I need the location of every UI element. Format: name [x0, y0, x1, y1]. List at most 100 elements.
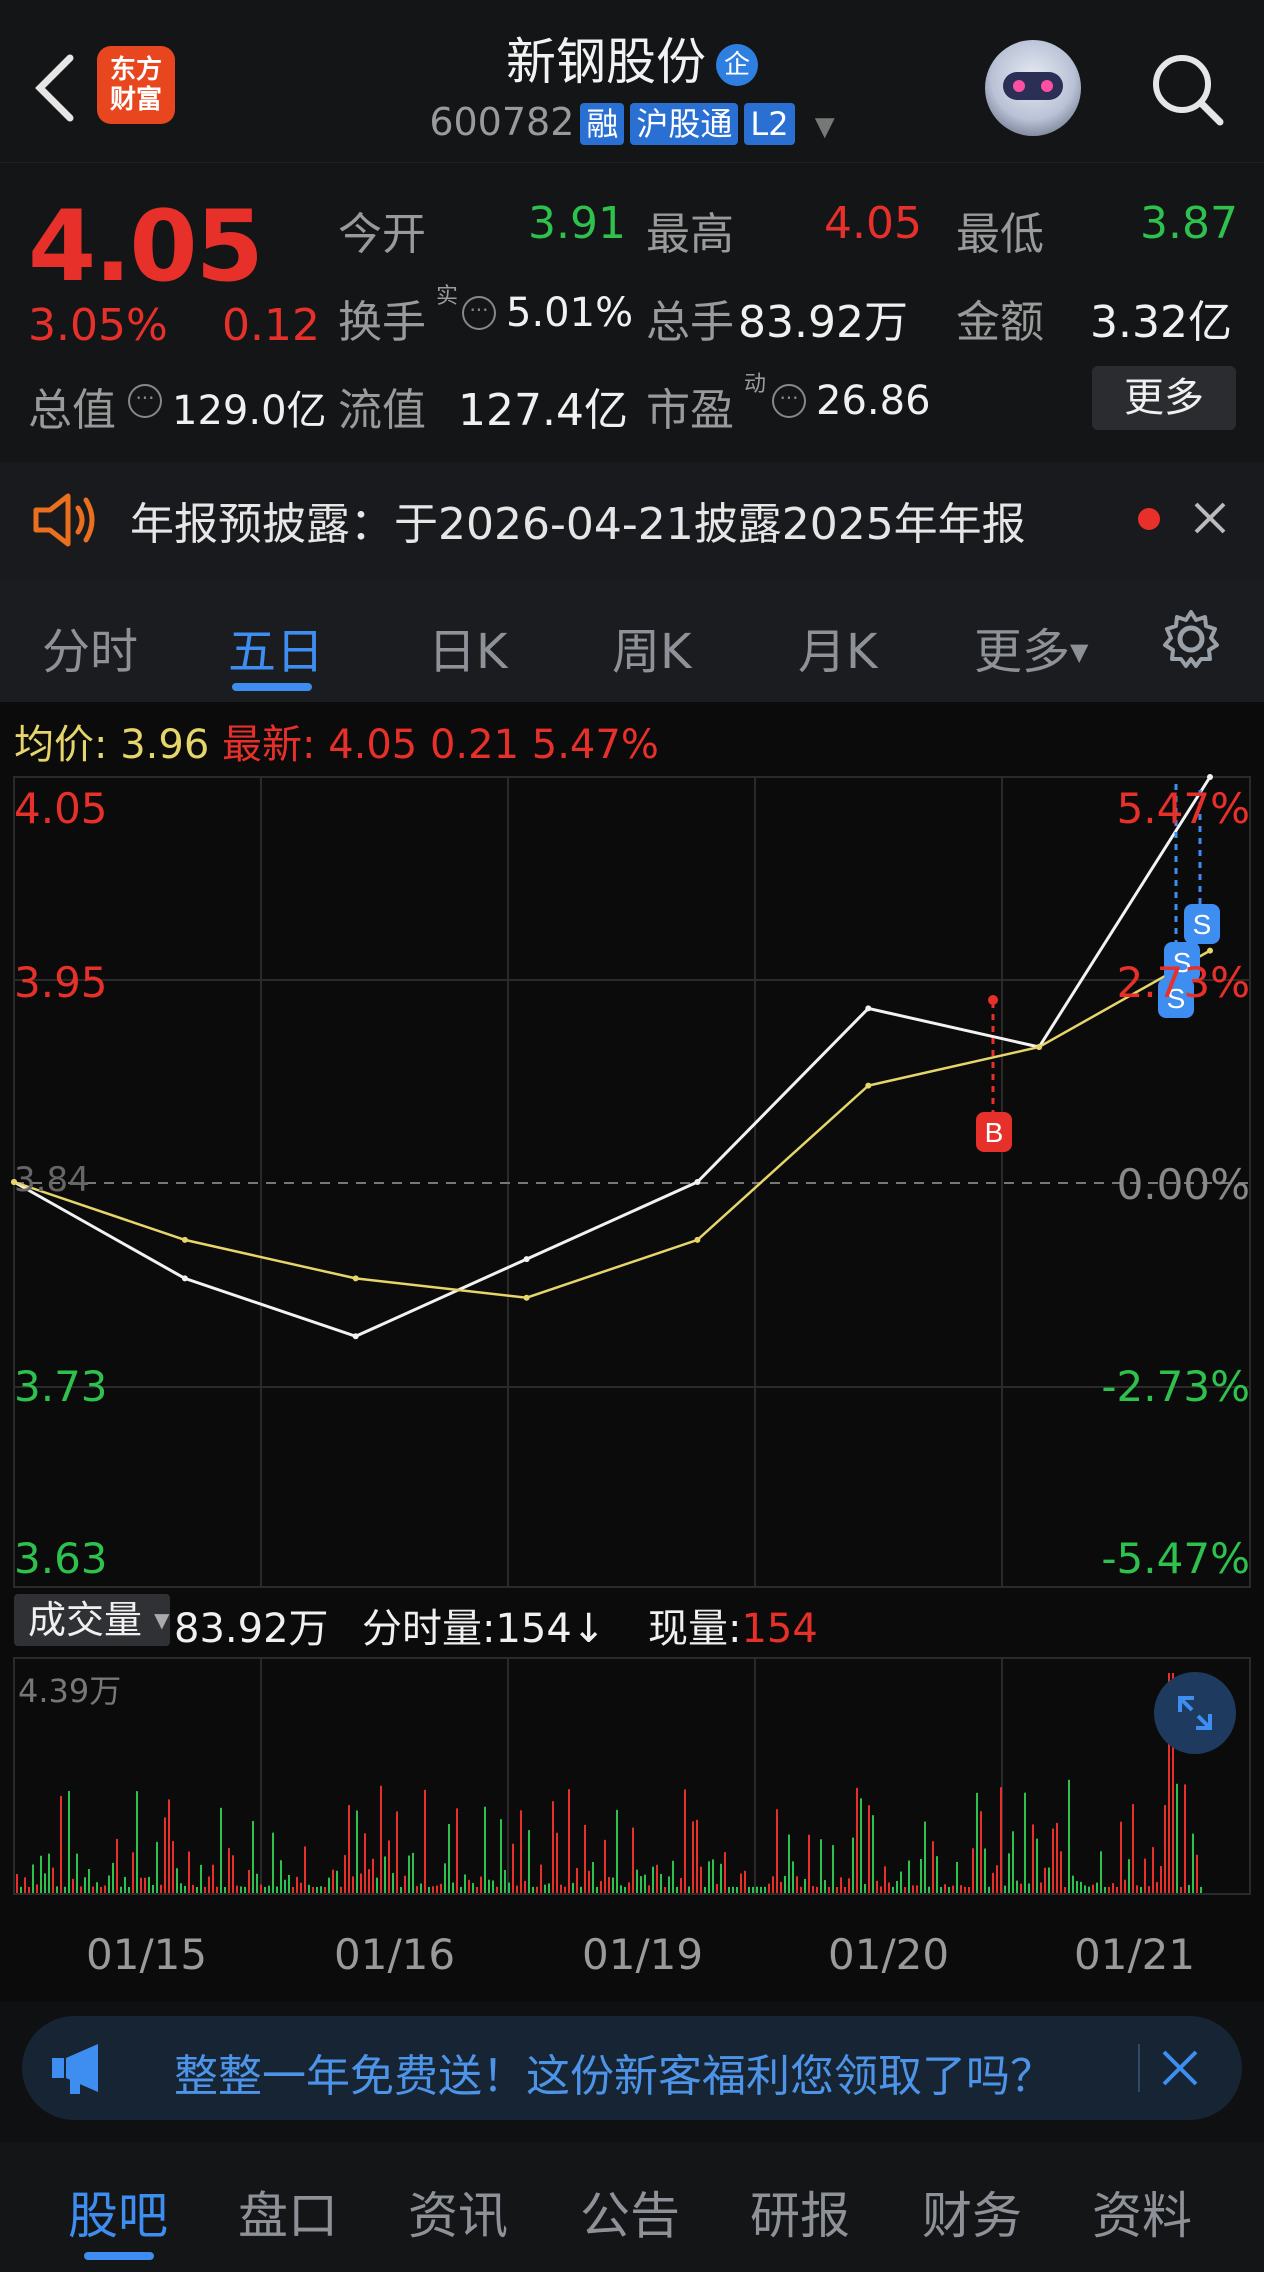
high-label: 最高: [646, 209, 734, 260]
volume-bar: [1124, 1879, 1126, 1893]
volume-bar: [444, 1863, 446, 1893]
chart-lines: [11, 774, 1213, 1340]
volume-bar: [612, 1877, 614, 1893]
expand-chart-button[interactable]: [1154, 1672, 1236, 1754]
current-volume-label: 现量:: [648, 1606, 742, 1652]
volume-bar: [108, 1875, 110, 1893]
volume-bar: [1196, 1854, 1198, 1893]
nav-research[interactable]: 研报: [750, 2176, 850, 2248]
volume-bar: [476, 1886, 478, 1893]
tab-weekly-k[interactable]: 周K: [612, 612, 691, 682]
volume-bar: [1000, 1787, 1002, 1893]
volume-bar: [728, 1886, 730, 1893]
avg-label: 均价:: [14, 722, 108, 768]
info-dots-icon[interactable]: ···: [772, 384, 806, 418]
volume-bar: [156, 1841, 158, 1893]
volume-bar: [920, 1859, 922, 1893]
nav-guba[interactable]: 股吧: [68, 2176, 168, 2248]
more-button[interactable]: 更多: [1092, 366, 1236, 430]
volume-bar: [1048, 1867, 1050, 1893]
nav-pankou[interactable]: 盘口: [238, 2176, 338, 2248]
info-dots-icon[interactable]: ···: [128, 384, 162, 418]
volume-bar: [852, 1837, 854, 1893]
settings-gear-icon[interactable]: [1160, 608, 1222, 670]
volume-bar: [348, 1805, 350, 1893]
volume-bar: [1096, 1882, 1098, 1893]
volume-bar: [652, 1866, 654, 1893]
volume-bar: [332, 1869, 334, 1893]
volume-bar: [796, 1876, 798, 1893]
price-point: [181, 1275, 188, 1282]
buy-marker-dot: [988, 995, 998, 1005]
volume-bar: [688, 1886, 690, 1893]
volume-bar: [948, 1886, 950, 1893]
tab-five-day[interactable]: 五日: [228, 612, 324, 682]
average-price-line: [13, 949, 1211, 1299]
robot-avatar-icon[interactable]: [985, 40, 1081, 136]
volume-bar: [392, 1873, 394, 1893]
tab-monthly-k[interactable]: 月K: [798, 612, 877, 682]
nav-finance[interactable]: 财务: [922, 2176, 1022, 2248]
volume-bar: [380, 1785, 382, 1893]
close-icon[interactable]: [1160, 2048, 1200, 2088]
volume-bar: [864, 1883, 866, 1893]
current-volume: 现量:154: [648, 1596, 818, 1654]
volume-bar: [1080, 1881, 1082, 1893]
volume-bar: [88, 1868, 90, 1893]
tab-intraday[interactable]: 分时: [42, 612, 138, 682]
tag-l2[interactable]: L2: [744, 103, 795, 145]
volume-bar: [1184, 1784, 1186, 1893]
volume-bar: [1016, 1880, 1018, 1893]
volume-bar: [24, 1877, 26, 1893]
volume-bar: [584, 1824, 586, 1893]
volume-bar: [408, 1855, 410, 1893]
volume-bar: [104, 1885, 106, 1893]
volume-bar: [908, 1860, 910, 1893]
close-icon[interactable]: [1190, 498, 1230, 538]
volume-bar: [300, 1882, 302, 1893]
volume-bar: [980, 1811, 982, 1893]
tab-daily-k[interactable]: 日K: [428, 612, 507, 682]
volume-bar: [768, 1883, 770, 1893]
active-nav-indicator: [84, 2252, 154, 2260]
volume-indicator-select[interactable]: 成交量 ▼: [14, 1594, 170, 1646]
low-label: 最低: [956, 209, 1044, 260]
volume-bar: [176, 1868, 178, 1893]
volume-bar: [880, 1886, 882, 1893]
tab-more[interactable]: 更多▼: [974, 612, 1088, 682]
nav-announcements[interactable]: 公告: [580, 2176, 680, 2248]
volume-bar: [464, 1874, 466, 1893]
volume-bar: [808, 1834, 810, 1893]
volume-bar: [888, 1882, 890, 1893]
volume-bar: [376, 1877, 378, 1893]
tag-connect[interactable]: 沪股通: [630, 103, 739, 145]
volume-bar: [756, 1886, 758, 1893]
volume-bar: [524, 1880, 526, 1893]
price-chart[interactable]: B S S S: [0, 770, 1264, 1950]
search-icon[interactable]: [1148, 50, 1226, 128]
unread-dot: [1138, 508, 1160, 530]
latest-value: 4.05: [328, 722, 418, 768]
volume-bar: [1108, 1886, 1110, 1893]
nav-profile[interactable]: 资料: [1092, 2176, 1192, 2248]
nav-news[interactable]: 资讯: [408, 2176, 508, 2248]
volume-bar: [1052, 1828, 1054, 1893]
volume-bar: [136, 1791, 138, 1893]
volume-bar: [780, 1881, 782, 1893]
chevron-down-icon[interactable]: ▼: [815, 112, 835, 142]
info-dots-icon[interactable]: ···: [462, 296, 496, 330]
volume-bar: [304, 1846, 306, 1893]
volume-bar: [1100, 1851, 1102, 1893]
open-label: 今开: [338, 209, 426, 260]
volume-bar: [1024, 1792, 1026, 1893]
volume-bar: [944, 1884, 946, 1893]
tag-margin[interactable]: 融: [580, 103, 625, 145]
volume-bar: [844, 1886, 846, 1893]
volume-bar: [196, 1887, 198, 1893]
volume-bar: [20, 1886, 22, 1893]
volume-bar: [596, 1886, 598, 1893]
change-pct: 3.05%: [28, 300, 168, 351]
volume-bar: [708, 1861, 710, 1893]
volume-bar: [992, 1872, 994, 1893]
volume-bar: [820, 1839, 822, 1893]
